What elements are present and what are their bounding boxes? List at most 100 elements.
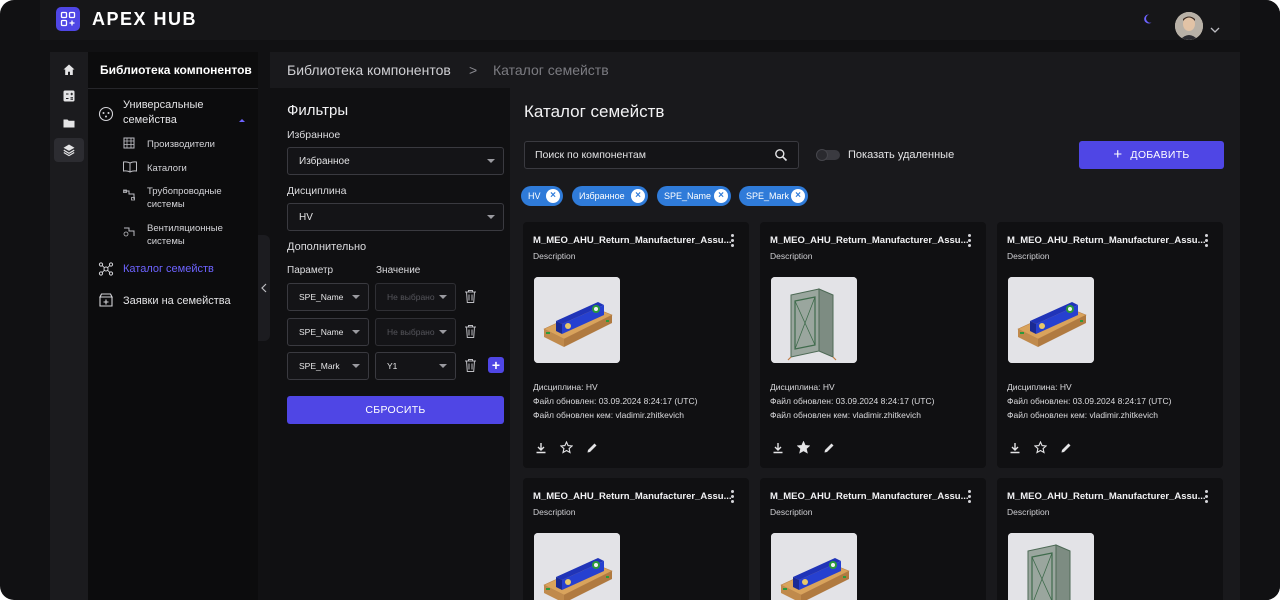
edit-icon[interactable]: [586, 441, 598, 459]
show-deleted-toggle[interactable]: [816, 149, 840, 161]
collapse-sidebar-button[interactable]: [258, 235, 270, 341]
filters-title: Фильтры: [287, 102, 349, 119]
family-card[interactable]: M_MEO_AHU_Return_Manufacturer_Assu... Des…: [760, 478, 986, 600]
card-updated-by: Файл обновлен кем: vladimir.zhitkevich: [770, 410, 921, 420]
book-icon: [122, 160, 138, 179]
value-select[interactable]: Y1: [375, 352, 456, 380]
family-card[interactable]: M_MEO_AHU_Return_Manufacturer_Assu... Des…: [997, 478, 1223, 600]
catalog-title: Каталог семейств: [524, 102, 665, 121]
filter-chip[interactable]: SPE_Name ×: [657, 186, 731, 206]
param-select[interactable]: SPE_Name: [287, 318, 369, 346]
card-thumbnail[interactable]: [534, 277, 620, 363]
chip-label: SPE_Mark: [746, 191, 790, 201]
layers-icon[interactable]: [54, 138, 84, 162]
chip-label: HV: [528, 191, 541, 201]
window-margin: [1240, 0, 1280, 600]
card-title[interactable]: M_MEO_AHU_Return_Manufacturer_Assu...: [1007, 235, 1206, 246]
sidebar-item-requests[interactable]: Заявки на семейства: [123, 294, 231, 309]
card-thumbnail[interactable]: [1008, 533, 1094, 600]
breadcrumb-current: Каталог семейств: [493, 62, 609, 78]
param-value: SPE_Name: [299, 327, 344, 337]
add-button[interactable]: + ДОБАВИТЬ: [1079, 141, 1224, 169]
reset-button[interactable]: СБРОСИТЬ: [287, 396, 504, 424]
value-placeholder: Не выбрано: [387, 327, 435, 337]
calculator-icon[interactable]: [54, 84, 84, 108]
breadcrumb-root[interactable]: Библиотека компонентов: [287, 62, 451, 78]
star-icon[interactable]: [796, 440, 811, 459]
param-select[interactable]: SPE_Mark: [287, 352, 369, 380]
sidebar-item-manufacturers[interactable]: Производители: [147, 138, 215, 151]
building-icon: [122, 136, 136, 155]
chevron-down-icon[interactable]: [1210, 20, 1220, 38]
filter-chip[interactable]: SPE_Mark ×: [739, 186, 808, 206]
close-icon[interactable]: ×: [714, 189, 728, 203]
param-select[interactable]: SPE_Name: [287, 283, 369, 311]
edit-icon[interactable]: [823, 441, 835, 459]
card-title[interactable]: M_MEO_AHU_Return_Manufacturer_Assu...: [533, 235, 732, 246]
star-icon[interactable]: [559, 440, 574, 459]
param-header: Параметр: [287, 265, 334, 276]
filter-chip[interactable]: Избранное ×: [572, 186, 648, 206]
card-actions: [1009, 440, 1072, 459]
add-button-label: ДОБАВИТЬ: [1130, 149, 1190, 161]
trash-icon[interactable]: [464, 358, 477, 378]
close-icon[interactable]: ×: [546, 189, 560, 203]
discipline-select[interactable]: HV: [287, 203, 504, 231]
download-icon[interactable]: [1009, 441, 1021, 459]
download-icon[interactable]: [535, 441, 547, 459]
add-filter-button[interactable]: +: [488, 357, 504, 373]
moon-icon[interactable]: [1141, 12, 1153, 30]
sidebar-item-family-catalog[interactable]: Каталог семейств: [123, 262, 214, 277]
card-title[interactable]: M_MEO_AHU_Return_Manufacturer_Assu...: [533, 491, 732, 502]
card-thumbnail[interactable]: [771, 277, 857, 363]
sidebar-item-piping[interactable]: Трубопроводные системы: [147, 185, 242, 211]
add-box-icon: [98, 292, 114, 313]
icon-rail: [50, 52, 88, 600]
home-icon[interactable]: [54, 58, 84, 82]
chip-label: Избранное: [579, 191, 625, 201]
filter-chip[interactable]: HV ×: [521, 186, 563, 206]
sidebar-item-universal[interactable]: Универсальные семейства: [123, 98, 223, 128]
logo-icon[interactable]: [56, 7, 80, 31]
param-value: SPE_Name: [299, 292, 344, 302]
card-discipline: Дисциплина: HV: [770, 382, 835, 392]
search-icon[interactable]: [774, 148, 788, 165]
more-vert-icon[interactable]: [1205, 490, 1209, 504]
download-icon[interactable]: [772, 441, 784, 459]
chevron-up-icon[interactable]: [238, 110, 246, 128]
avatar[interactable]: [1175, 12, 1203, 40]
edit-icon[interactable]: [1060, 441, 1072, 459]
value-select[interactable]: Не выбрано: [375, 283, 456, 311]
folder-icon[interactable]: [54, 111, 84, 135]
family-card[interactable]: M_MEO_AHU_Return_Manufacturer_Assu... Des…: [997, 222, 1223, 468]
trash-icon[interactable]: [464, 289, 477, 309]
close-icon[interactable]: ×: [791, 189, 805, 203]
card-thumbnail[interactable]: [1008, 277, 1094, 363]
card-description: Description: [1007, 507, 1050, 517]
card-title[interactable]: M_MEO_AHU_Return_Manufacturer_Assu...: [770, 235, 969, 246]
search-input[interactable]: Поиск по компонентам: [524, 141, 799, 169]
favorite-label: Избранное: [287, 129, 341, 141]
value-select[interactable]: Не выбрано: [375, 318, 456, 346]
more-vert-icon[interactable]: [968, 490, 972, 504]
card-actions: [535, 440, 598, 459]
favorite-select[interactable]: Избранное: [287, 147, 504, 175]
star-icon[interactable]: [1033, 440, 1048, 459]
card-title[interactable]: M_MEO_AHU_Return_Manufacturer_Assu...: [770, 491, 969, 502]
family-card[interactable]: M_MEO_AHU_Return_Manufacturer_Assu... Des…: [760, 222, 986, 468]
caret-down-icon: [352, 364, 360, 368]
catalog-panel: Каталог семейств Поиск по компонентам По…: [510, 88, 1240, 600]
card-thumbnail[interactable]: [771, 533, 857, 600]
more-vert-icon[interactable]: [731, 490, 735, 504]
family-card[interactable]: M_MEO_AHU_Return_Manufacturer_Assu... Des…: [523, 222, 749, 468]
more-vert-icon[interactable]: [1205, 234, 1209, 248]
card-thumbnail[interactable]: [534, 533, 620, 600]
close-icon[interactable]: ×: [631, 189, 645, 203]
more-vert-icon[interactable]: [968, 234, 972, 248]
sidebar-item-catalogs[interactable]: Каталоги: [147, 162, 187, 175]
card-title[interactable]: M_MEO_AHU_Return_Manufacturer_Assu...: [1007, 491, 1206, 502]
more-vert-icon[interactable]: [731, 234, 735, 248]
sidebar-item-ventilation[interactable]: Вентиляционные системы: [147, 222, 242, 248]
trash-icon[interactable]: [464, 324, 477, 344]
family-card[interactable]: M_MEO_AHU_Return_Manufacturer_Assu... Des…: [523, 478, 749, 600]
